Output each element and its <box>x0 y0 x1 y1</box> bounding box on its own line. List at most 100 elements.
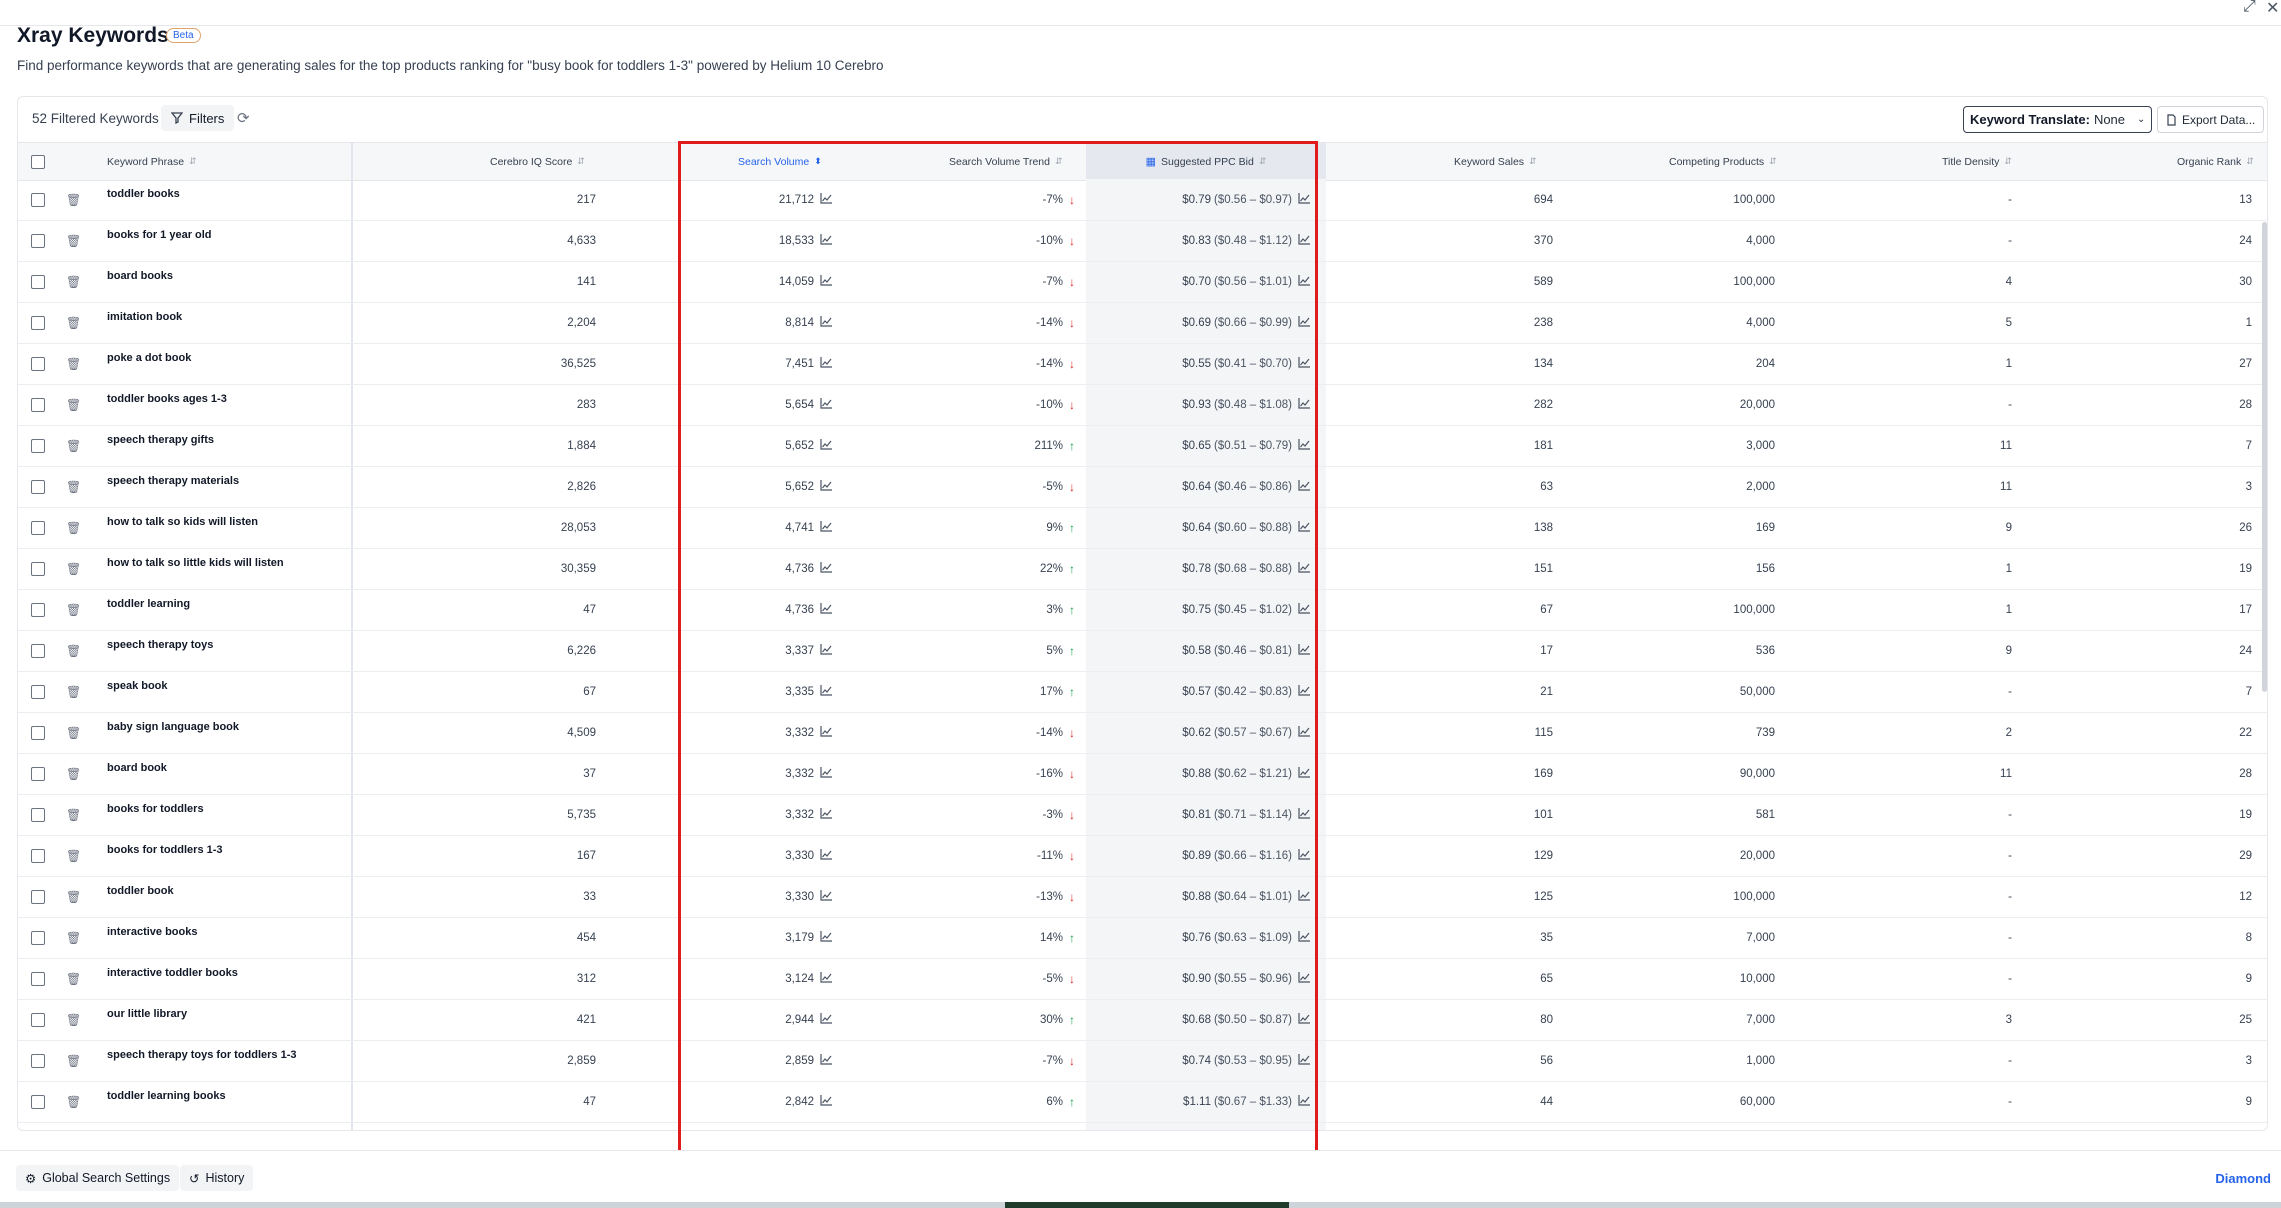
trash-icon[interactable]: 🗑 <box>66 630 81 671</box>
trash-icon[interactable]: 🗑 <box>66 589 81 630</box>
ppc-chart-icon[interactable] <box>1292 766 1310 781</box>
volume-chart-icon[interactable] <box>814 684 832 699</box>
ppc-chart-icon[interactable] <box>1292 274 1310 289</box>
volume-chart-icon[interactable] <box>814 725 832 740</box>
keyword-phrase[interactable]: books for toddlers <box>107 794 204 835</box>
volume-chart-icon[interactable] <box>814 889 832 904</box>
col-search-volume-trend[interactable]: Search Volume Trend ⇵ <box>949 143 1063 180</box>
keyword-phrase[interactable]: speech therapy gifts <box>107 425 214 466</box>
trash-icon[interactable]: 🗑 <box>66 220 81 261</box>
trash-icon[interactable]: 🗑 <box>66 302 81 343</box>
ppc-chart-icon[interactable] <box>1292 1053 1310 1068</box>
col-suggested-ppc[interactable]: ▦ Suggested PPC Bid ⇵ <box>1086 143 1326 180</box>
ppc-chart-icon[interactable] <box>1292 356 1310 371</box>
trash-icon[interactable]: 🗑 <box>66 712 81 753</box>
row-checkbox[interactable] <box>31 835 45 876</box>
keyword-translate-select[interactable]: Keyword Translate: None ⌄ <box>1963 106 2153 133</box>
volume-chart-icon[interactable] <box>814 274 832 289</box>
keyword-phrase[interactable]: speech therapy toys for toddlers 1-3 <box>107 1040 297 1081</box>
volume-chart-icon[interactable] <box>814 930 832 945</box>
row-checkbox[interactable] <box>31 384 45 425</box>
keyword-phrase[interactable]: speech therapy materials <box>107 466 239 507</box>
vertical-scrollbar[interactable] <box>2262 222 2267 692</box>
trash-icon[interactable]: 🗑 <box>66 835 81 876</box>
trash-icon[interactable]: 🗑 <box>66 671 81 712</box>
row-checkbox[interactable] <box>31 1040 45 1081</box>
ppc-chart-icon[interactable] <box>1292 561 1310 576</box>
row-checkbox[interactable] <box>31 343 45 384</box>
col-cerebro-iq[interactable]: Cerebro IQ Score ⇵ <box>490 143 585 180</box>
volume-chart-icon[interactable] <box>814 1053 832 1068</box>
expand-icon[interactable]: ⤢ <box>2243 0 2256 16</box>
ppc-chart-icon[interactable] <box>1292 520 1310 535</box>
volume-chart-icon[interactable] <box>814 315 832 330</box>
row-checkbox[interactable] <box>31 220 45 261</box>
row-checkbox[interactable] <box>31 179 45 220</box>
ppc-chart-icon[interactable] <box>1292 889 1310 904</box>
keyword-phrase[interactable]: speak book <box>107 671 168 712</box>
trash-icon[interactable]: 🗑 <box>66 753 81 794</box>
volume-chart-icon[interactable] <box>814 848 832 863</box>
ppc-chart-icon[interactable] <box>1292 1012 1310 1027</box>
row-checkbox[interactable] <box>31 876 45 917</box>
col-keyword-sales[interactable]: Keyword Sales ⇵ <box>1454 143 1537 180</box>
ppc-chart-icon[interactable] <box>1292 397 1310 412</box>
volume-chart-icon[interactable] <box>814 438 832 453</box>
ppc-chart-icon[interactable] <box>1292 315 1310 330</box>
volume-chart-icon[interactable] <box>814 1012 832 1027</box>
keyword-phrase[interactable]: toddler books ages 1-3 <box>107 384 227 425</box>
volume-chart-icon[interactable] <box>814 766 832 781</box>
volume-chart-icon[interactable] <box>814 807 832 822</box>
row-checkbox[interactable] <box>31 589 45 630</box>
volume-chart-icon[interactable] <box>814 1094 832 1109</box>
row-checkbox[interactable] <box>31 917 45 958</box>
trash-icon[interactable]: 🗑 <box>66 917 81 958</box>
ppc-chart-icon[interactable] <box>1292 479 1310 494</box>
export-data-button[interactable]: Export Data... <box>2157 106 2265 133</box>
volume-chart-icon[interactable] <box>814 192 832 207</box>
ppc-chart-icon[interactable] <box>1292 848 1310 863</box>
ppc-chart-icon[interactable] <box>1292 1094 1310 1109</box>
volume-chart-icon[interactable] <box>814 520 832 535</box>
volume-chart-icon[interactable] <box>814 602 832 617</box>
row-checkbox[interactable] <box>31 302 45 343</box>
volume-chart-icon[interactable] <box>814 561 832 576</box>
keyword-phrase[interactable]: board books <box>107 261 173 302</box>
trash-icon[interactable]: 🗑 <box>66 466 81 507</box>
ppc-chart-icon[interactable] <box>1292 643 1310 658</box>
keyword-phrase[interactable]: our little library <box>107 999 187 1040</box>
ppc-chart-icon[interactable] <box>1292 192 1310 207</box>
trash-icon[interactable]: 🗑 <box>66 794 81 835</box>
trash-icon[interactable]: 🗑 <box>66 1081 81 1122</box>
refresh-icon[interactable]: ⟳ <box>237 109 250 127</box>
row-checkbox[interactable] <box>31 753 45 794</box>
row-checkbox[interactable] <box>31 958 45 999</box>
keyword-phrase[interactable]: toddler book <box>107 876 174 917</box>
trash-icon[interactable]: 🗑 <box>66 384 81 425</box>
volume-chart-icon[interactable] <box>814 971 832 986</box>
keyword-phrase[interactable]: board book <box>107 753 167 794</box>
ppc-chart-icon[interactable] <box>1292 807 1310 822</box>
col-competing-products[interactable]: Competing Products ⇵ <box>1669 143 1777 180</box>
select-all-checkbox[interactable] <box>31 143 45 180</box>
row-checkbox[interactable] <box>31 1081 45 1122</box>
ppc-chart-icon[interactable] <box>1292 684 1310 699</box>
trash-icon[interactable]: 🗑 <box>66 999 81 1040</box>
col-keyword-phrase[interactable]: Keyword Phrase ⇵ <box>107 143 197 180</box>
filters-button[interactable]: Filters <box>161 105 235 131</box>
keyword-phrase[interactable]: toddler learning <box>107 589 190 630</box>
keyword-phrase[interactable]: imitation book <box>107 302 182 343</box>
row-checkbox[interactable] <box>31 630 45 671</box>
col-search-volume[interactable]: Search Volume ⬍ <box>738 143 822 180</box>
trash-icon[interactable]: 🗑 <box>66 876 81 917</box>
keyword-phrase[interactable]: poke a dot book <box>107 343 191 384</box>
volume-chart-icon[interactable] <box>814 356 832 371</box>
history-button[interactable]: ↺ History <box>180 1165 254 1191</box>
trash-icon[interactable]: 🗑 <box>66 425 81 466</box>
volume-chart-icon[interactable] <box>814 397 832 412</box>
ppc-chart-icon[interactable] <box>1292 930 1310 945</box>
trash-icon[interactable]: 🗑 <box>66 179 81 220</box>
keyword-phrase[interactable]: books for 1 year old <box>107 220 212 261</box>
keyword-phrase[interactable]: how to talk so kids will listen <box>107 507 258 548</box>
volume-chart-icon[interactable] <box>814 233 832 248</box>
